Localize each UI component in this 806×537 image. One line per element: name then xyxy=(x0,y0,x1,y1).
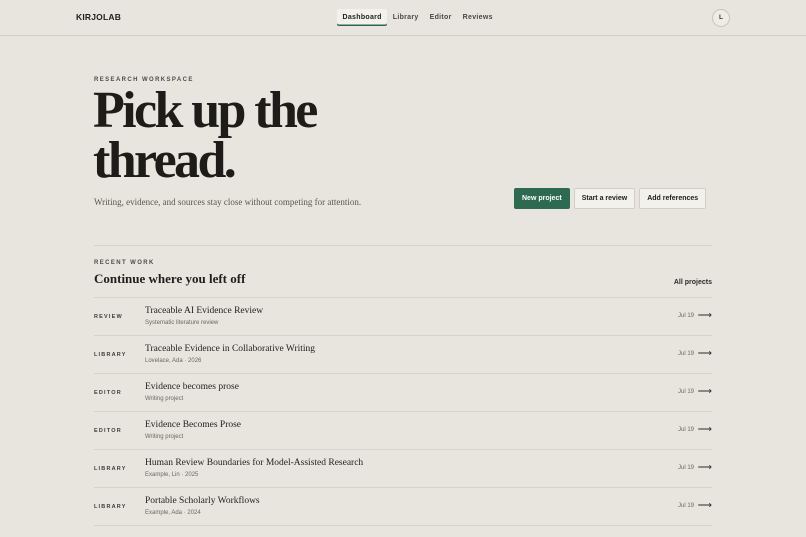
nav-reviews[interactable]: Reviews xyxy=(457,9,498,26)
list-item[interactable] xyxy=(94,525,712,537)
new-project-button[interactable]: New project xyxy=(514,188,570,209)
section-title: Continue where you left off xyxy=(94,271,246,286)
item-type-tag: EDITOR xyxy=(94,428,122,434)
section-divider xyxy=(94,245,712,246)
item-type-tag: LIBRARY xyxy=(94,352,127,358)
item-title: Portable Scholarly Workflows xyxy=(145,496,260,506)
item-date: Jul 19 xyxy=(677,427,694,433)
item-type-tag: REVIEW xyxy=(94,314,123,320)
nav-library[interactable]: Library xyxy=(387,9,424,26)
list-item[interactable]: EDITOR Evidence Becomes Prose Writing pr… xyxy=(94,411,712,449)
list-item[interactable]: REVIEW Traceable AI Evidence Review Syst… xyxy=(94,297,712,335)
item-meta: Writing project xyxy=(145,434,184,440)
item-meta: Example, Lin · 2025 xyxy=(145,472,199,478)
hero-actions: New project Start a review Add reference… xyxy=(514,188,707,209)
list-item[interactable]: EDITOR Evidence becomes prose Writing pr… xyxy=(94,373,712,411)
item-meta: Example, Ada · 2024 xyxy=(145,510,201,516)
list-item[interactable]: LIBRARY Human Review Boundaries for Mode… xyxy=(94,449,712,487)
recent-work-list: REVIEW Traceable AI Evidence Review Syst… xyxy=(94,297,712,537)
item-title: Evidence becomes prose xyxy=(145,382,239,392)
item-date: Jul 19 xyxy=(677,503,694,509)
item-title: Human Review Boundaries for Model-Assist… xyxy=(145,458,364,468)
item-meta: Writing project xyxy=(145,396,184,402)
arrow-right-icon: ⟶ xyxy=(697,386,712,397)
recent-eyebrow: RECENT WORK xyxy=(94,260,155,266)
item-title: Evidence Becomes Prose xyxy=(145,420,242,430)
list-item[interactable]: LIBRARY Traceable Evidence in Collaborat… xyxy=(94,335,712,373)
item-title: Traceable Evidence in Collaborative Writ… xyxy=(145,344,316,354)
item-date: Jul 19 xyxy=(677,351,694,357)
item-date: Jul 19 xyxy=(677,465,694,471)
arrow-right-icon: ⟶ xyxy=(697,462,712,473)
item-date: Jul 19 xyxy=(677,389,694,395)
top-bar: KIRJOLAB Dashboard Library Editor Review… xyxy=(0,0,806,36)
all-projects-link[interactable]: All projects xyxy=(674,279,712,286)
add-references-button[interactable]: Add references xyxy=(639,188,707,209)
arrow-right-icon: ⟶ xyxy=(697,424,712,435)
nav-dashboard[interactable]: Dashboard xyxy=(337,9,388,26)
start-review-button[interactable]: Start a review xyxy=(573,188,636,209)
logo[interactable]: KIRJOLAB xyxy=(76,12,121,22)
page-title: Pick up the thread. xyxy=(93,85,393,189)
arrow-right-icon: ⟶ xyxy=(697,310,712,321)
arrow-right-icon: ⟶ xyxy=(697,500,712,511)
arrow-right-icon: ⟶ xyxy=(697,348,712,359)
nav-editor[interactable]: Editor xyxy=(424,9,457,26)
main-nav: Dashboard Library Editor Reviews xyxy=(337,9,498,26)
item-meta: Lovelace, Ada · 2026 xyxy=(145,358,202,364)
item-title: Traceable AI Evidence Review xyxy=(145,306,264,316)
hero-subtitle: Writing, evidence, and sources stay clos… xyxy=(94,197,362,207)
item-type-tag: EDITOR xyxy=(94,390,122,396)
item-date: Jul 19 xyxy=(677,313,694,319)
list-item[interactable]: LIBRARY Portable Scholarly Workflows Exa… xyxy=(94,487,712,525)
avatar[interactable]: L xyxy=(712,9,730,27)
item-type-tag: LIBRARY xyxy=(94,466,127,472)
page-title-line-2: thread. xyxy=(93,132,237,189)
item-type-tag: LIBRARY xyxy=(94,504,127,510)
page-title-line-1: Pick up the xyxy=(93,82,318,139)
item-meta: Systematic literature review xyxy=(145,320,219,326)
